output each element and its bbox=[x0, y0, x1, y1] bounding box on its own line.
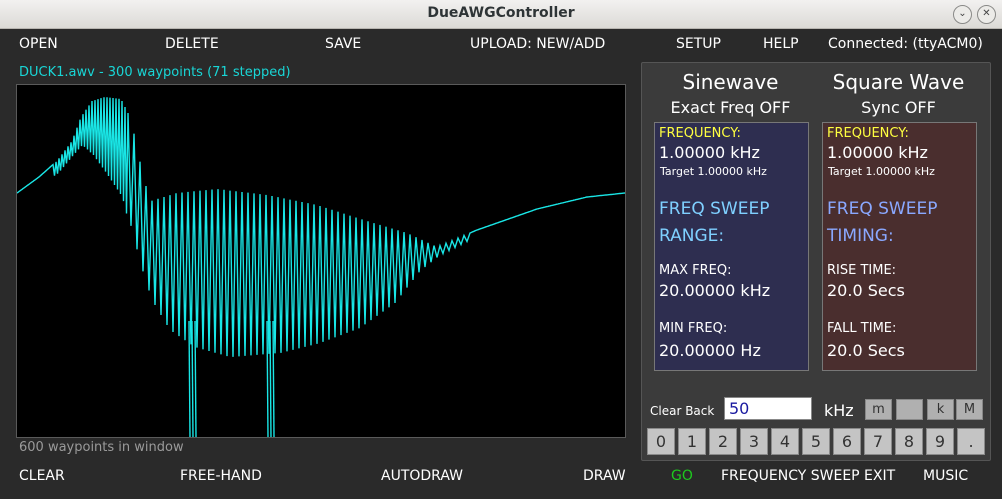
clear-back-button[interactable]: Clear Back bbox=[650, 404, 714, 418]
exact-freq-toggle[interactable]: Exact Freq OFF bbox=[654, 98, 807, 117]
square-sweep-timing-label: TIMING: bbox=[827, 226, 894, 246]
square-frequency-value[interactable]: 1.00000 kHz bbox=[827, 143, 928, 162]
freehand-button[interactable]: FREE-HAND bbox=[180, 468, 262, 484]
squarewave-panel[interactable]: FREQUENCY: 1.00000 kHz Target 1.00000 kH… bbox=[822, 122, 977, 371]
square-sweep-label: FREQ SWEEP bbox=[827, 199, 938, 219]
digit-1-button[interactable]: 1 bbox=[678, 428, 706, 455]
max-freq-value[interactable]: 20.00000 kHz bbox=[659, 281, 770, 300]
rise-time-value[interactable]: 20.0 Secs bbox=[827, 281, 905, 300]
multiplier-mega-button[interactable]: M bbox=[956, 399, 983, 420]
fall-time-value[interactable]: 20.0 Secs bbox=[827, 341, 905, 360]
digit-4-button[interactable]: 4 bbox=[771, 428, 799, 455]
multiplier-unit-button[interactable] bbox=[896, 399, 923, 420]
sinewave-panel[interactable]: FREQUENCY: 1.00000 kHz Target 1.00000 kH… bbox=[654, 122, 809, 371]
digit-6-button[interactable]: 6 bbox=[833, 428, 861, 455]
sinewave-title[interactable]: Sinewave bbox=[654, 70, 807, 94]
title-bar: DueAWGController ⌄ ✕ bbox=[0, 0, 1002, 29]
rise-time-label: RISE TIME: bbox=[827, 263, 897, 278]
unit-label: kHz bbox=[824, 401, 854, 420]
duck-leg-line bbox=[188, 320, 191, 437]
sync-toggle[interactable]: Sync OFF bbox=[822, 98, 975, 117]
frequency-input[interactable] bbox=[724, 397, 812, 420]
digit-7-button[interactable]: 7 bbox=[864, 428, 892, 455]
draw-button[interactable]: DRAW bbox=[583, 468, 626, 484]
digit-8-button[interactable]: 8 bbox=[895, 428, 923, 455]
square-target: Target 1.00000 kHz bbox=[828, 165, 935, 178]
min-freq-label: MIN FREQ: bbox=[659, 321, 728, 336]
music-button[interactable]: MUSIC bbox=[923, 468, 968, 484]
connection-status: Connected: (ttyACM0) bbox=[828, 36, 983, 52]
frequency-sweep-exit-button[interactable]: FREQUENCY SWEEP EXIT bbox=[721, 468, 895, 484]
menu-open[interactable]: OPEN bbox=[19, 36, 58, 52]
go-button[interactable]: GO bbox=[671, 468, 693, 484]
menu-save[interactable]: SAVE bbox=[325, 36, 361, 52]
clear-button[interactable]: CLEAR bbox=[19, 468, 65, 484]
duck-leg-line bbox=[191, 320, 194, 437]
menu-setup[interactable]: SETUP bbox=[676, 36, 721, 52]
duck-leg-line bbox=[269, 320, 272, 437]
duck-leg-line bbox=[194, 320, 197, 437]
square-frequency-label: FREQUENCY: bbox=[827, 126, 909, 141]
digit-3-button[interactable]: 3 bbox=[740, 428, 768, 455]
close-button[interactable]: ✕ bbox=[977, 5, 996, 24]
fall-time-label: FALL TIME: bbox=[827, 321, 897, 336]
minimize-button[interactable]: ⌄ bbox=[953, 5, 972, 24]
file-info: DUCK1.awv - 300 waypoints (71 stepped) bbox=[19, 65, 291, 80]
duck-leg-line bbox=[266, 320, 269, 437]
menu-upload[interactable]: UPLOAD: NEW/ADD bbox=[470, 36, 605, 52]
multiplier-kilo-button[interactable]: k bbox=[927, 399, 954, 420]
autodraw-button[interactable]: AUTODRAW bbox=[381, 468, 463, 484]
squarewave-title[interactable]: Square Wave bbox=[822, 70, 975, 94]
sine-sweep-label: FREQ SWEEP bbox=[659, 199, 770, 219]
waveform-plot[interactable] bbox=[17, 85, 625, 437]
waveform-canvas[interactable] bbox=[16, 84, 626, 438]
waveform-line bbox=[17, 97, 625, 357]
min-freq-value[interactable]: 20.00000 Hz bbox=[659, 341, 761, 360]
waypoints-count: 600 waypoints in window bbox=[19, 440, 184, 455]
digit-5-button[interactable]: 5 bbox=[802, 428, 830, 455]
control-panel: Sinewave Exact Freq OFF Square Wave Sync… bbox=[641, 62, 991, 461]
window-title: DueAWGController bbox=[427, 5, 575, 21]
duck-leg-line bbox=[272, 320, 275, 437]
digit-0-button[interactable]: 0 bbox=[647, 428, 675, 455]
menu-delete[interactable]: DELETE bbox=[165, 36, 219, 52]
digit-9-button[interactable]: 9 bbox=[926, 428, 954, 455]
multiplier-milli-button[interactable]: m bbox=[865, 399, 892, 420]
menu-bar: OPEN DELETE SAVE UPLOAD: NEW/ADD SETUP H… bbox=[0, 28, 1002, 60]
sine-frequency-value[interactable]: 1.00000 kHz bbox=[659, 143, 760, 162]
max-freq-label: MAX FREQ: bbox=[659, 263, 732, 278]
decimal-point-button[interactable]: . bbox=[957, 428, 985, 455]
sine-sweep-range-label: RANGE: bbox=[659, 226, 725, 246]
menu-help[interactable]: HELP bbox=[763, 36, 799, 52]
sine-frequency-label: FREQUENCY: bbox=[659, 126, 741, 141]
digit-2-button[interactable]: 2 bbox=[709, 428, 737, 455]
sine-target: Target 1.00000 kHz bbox=[660, 165, 767, 178]
